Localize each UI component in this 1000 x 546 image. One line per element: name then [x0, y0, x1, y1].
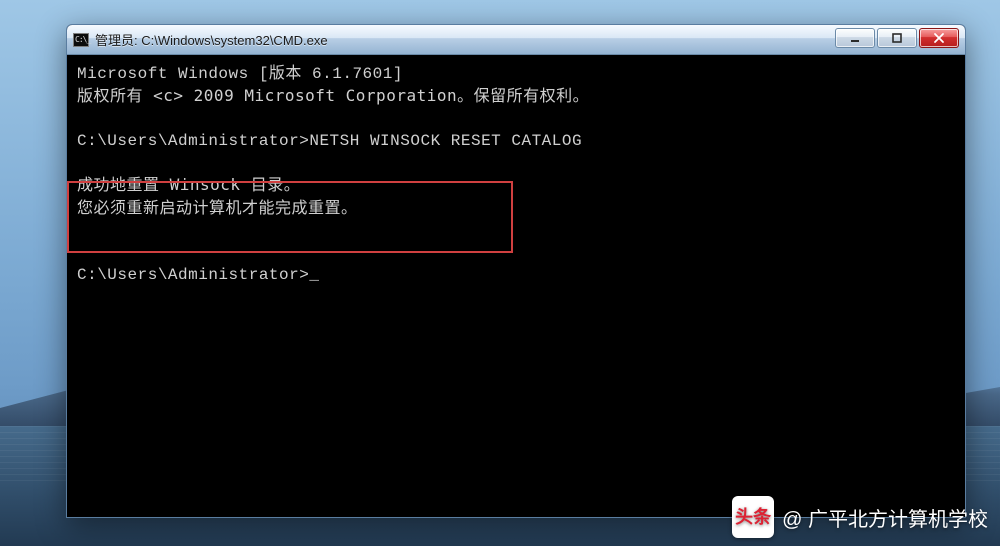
window-title: 管理员: C:\Windows\system32\CMD.exe: [95, 30, 328, 49]
close-button[interactable]: [919, 28, 959, 48]
watermark-text: @ 广平北方计算机学校: [782, 503, 988, 532]
cmd-window: 管理员: C:\Windows\system32\CMD.exe Microso…: [66, 24, 966, 518]
minimize-icon: [849, 32, 861, 44]
terminal-output[interactable]: Microsoft Windows [版本 6.1.7601] 版权所有 <c>…: [67, 55, 965, 517]
maximize-button[interactable]: [877, 28, 917, 48]
terminal-cursor: _: [309, 266, 319, 284]
window-controls: [835, 28, 959, 48]
maximize-icon: [891, 32, 903, 44]
terminal-result: 您必须重新启动计算机才能完成重置。: [77, 198, 358, 217]
titlebar[interactable]: 管理员: C:\Windows\system32\CMD.exe: [67, 25, 965, 55]
terminal-prompt: C:\Users\Administrator>: [77, 132, 309, 150]
terminal-line: Microsoft Windows [版本 6.1.7601]: [77, 65, 403, 83]
desktop-background: 管理员: C:\Windows\system32\CMD.exe Microso…: [0, 0, 1000, 546]
terminal-line: 版权所有 <c> 2009 Microsoft Corporation。保留所有…: [77, 86, 589, 105]
terminal-result: 成功地重置 Winsock 目录。: [77, 175, 300, 194]
watermark: 头条 @ 广平北方计算机学校: [732, 496, 988, 538]
toutiao-logo-icon: 头条: [732, 496, 774, 538]
cmd-icon: [73, 33, 89, 47]
close-icon: [933, 32, 945, 44]
terminal-prompt: C:\Users\Administrator>: [77, 266, 309, 284]
minimize-button[interactable]: [835, 28, 875, 48]
terminal-command: NETSH WINSOCK RESET CATALOG: [309, 132, 582, 150]
